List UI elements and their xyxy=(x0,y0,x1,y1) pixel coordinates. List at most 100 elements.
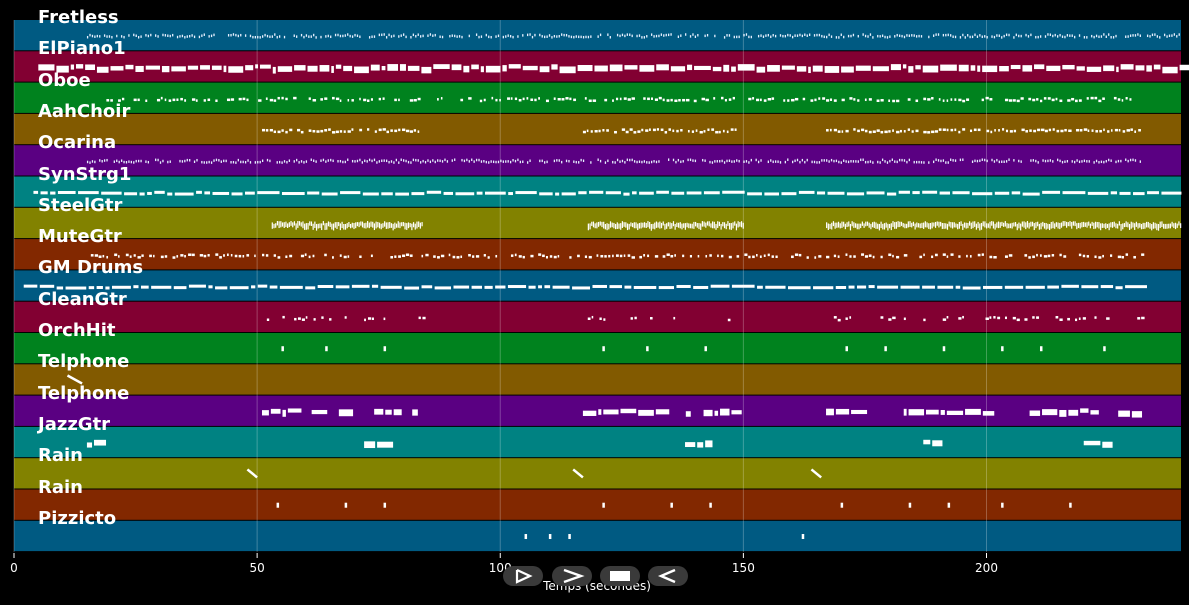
note xyxy=(522,255,525,259)
note xyxy=(592,284,608,288)
note xyxy=(484,285,493,289)
note xyxy=(822,97,826,100)
note xyxy=(300,160,303,163)
note xyxy=(403,33,405,36)
note xyxy=(640,222,642,229)
note xyxy=(510,97,513,100)
note xyxy=(1054,223,1056,229)
note xyxy=(151,285,172,289)
note xyxy=(113,160,115,163)
note xyxy=(630,222,632,227)
note xyxy=(641,36,643,39)
note xyxy=(955,285,961,289)
note xyxy=(1078,317,1081,320)
note xyxy=(1166,35,1168,38)
note xyxy=(558,159,560,162)
note xyxy=(338,409,354,417)
note xyxy=(363,98,367,102)
note xyxy=(603,221,605,229)
note xyxy=(518,98,522,102)
note xyxy=(631,34,633,38)
note xyxy=(542,254,545,258)
note xyxy=(847,160,850,164)
piano-roll-plot[interactable] xyxy=(0,0,1189,605)
note xyxy=(1076,223,1078,230)
note xyxy=(954,128,957,132)
note xyxy=(1137,317,1141,320)
note xyxy=(765,34,767,37)
note xyxy=(892,129,894,132)
note xyxy=(1036,98,1039,101)
note xyxy=(907,128,910,131)
note xyxy=(1020,97,1024,100)
note xyxy=(972,221,974,229)
note xyxy=(368,222,370,229)
note xyxy=(417,33,419,36)
note xyxy=(1146,65,1152,72)
note xyxy=(1011,191,1021,195)
note xyxy=(813,160,816,164)
note xyxy=(1090,96,1094,100)
note xyxy=(796,158,799,162)
note xyxy=(1062,64,1075,70)
note xyxy=(497,160,500,164)
note xyxy=(723,64,730,72)
note xyxy=(984,221,986,228)
note xyxy=(38,64,55,71)
note xyxy=(876,99,880,103)
note xyxy=(281,129,284,132)
note xyxy=(928,223,930,229)
note xyxy=(782,34,784,38)
note xyxy=(321,223,323,231)
note xyxy=(620,223,622,230)
note xyxy=(1138,128,1141,132)
play-button[interactable] xyxy=(503,566,543,586)
note xyxy=(1086,97,1089,100)
note xyxy=(726,130,729,134)
note xyxy=(285,97,288,101)
note xyxy=(918,160,920,164)
note xyxy=(621,33,624,37)
note xyxy=(548,534,552,540)
note xyxy=(332,96,335,100)
note xyxy=(952,159,954,162)
note xyxy=(843,221,845,227)
note xyxy=(300,33,303,37)
note xyxy=(668,33,670,37)
note xyxy=(582,159,585,162)
note xyxy=(1106,223,1109,228)
note xyxy=(589,190,604,194)
note xyxy=(734,221,736,226)
note xyxy=(923,253,925,257)
note xyxy=(1039,35,1042,38)
note xyxy=(96,34,98,38)
note xyxy=(643,97,646,100)
note xyxy=(261,159,264,162)
note xyxy=(721,159,723,163)
note xyxy=(281,96,284,100)
note xyxy=(604,255,607,258)
note xyxy=(1004,98,1009,102)
note xyxy=(670,255,674,258)
note xyxy=(176,35,179,39)
note xyxy=(914,223,916,230)
note xyxy=(456,35,458,38)
stop-button[interactable] xyxy=(600,566,640,586)
note xyxy=(1030,33,1032,37)
note xyxy=(279,35,281,38)
note xyxy=(621,159,624,163)
note xyxy=(899,129,902,133)
note xyxy=(1068,409,1079,416)
note xyxy=(980,222,983,230)
note xyxy=(487,256,490,259)
note xyxy=(1103,223,1105,228)
note xyxy=(728,159,731,162)
note xyxy=(676,222,678,228)
note xyxy=(703,191,720,195)
note xyxy=(395,192,409,196)
note xyxy=(810,99,814,102)
note xyxy=(1028,97,1032,101)
rewind-button[interactable] xyxy=(648,566,688,586)
fast-forward-button[interactable] xyxy=(552,566,592,586)
note xyxy=(235,161,237,164)
